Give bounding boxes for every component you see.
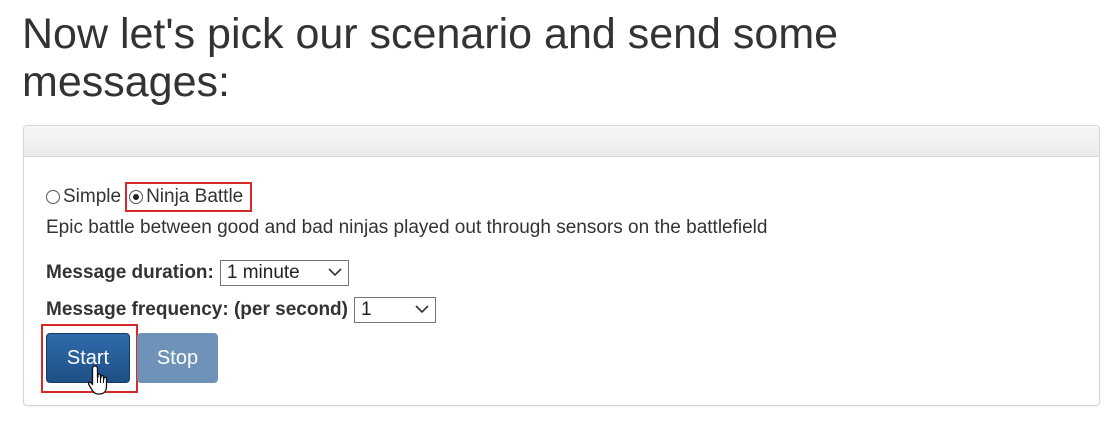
scenario-radio-group: Simple Ninja Battle [46,182,253,212]
radio-option-ninja-battle[interactable]: Ninja Battle [129,186,243,208]
scenario-description: Epic battle between good and bad ninjas … [46,217,768,238]
radio-simple-circle[interactable] [46,190,60,204]
ninja-battle-highlight: Ninja Battle [125,182,253,212]
duration-select-value: 1 minute [226,262,300,283]
frequency-select-value: 1 [360,299,372,320]
frequency-label: Message frequency: (per second) [46,299,348,320]
radio-simple-label: Simple [63,186,122,207]
chevron-down-icon [415,305,429,314]
duration-select[interactable]: 1 minute [219,260,349,286]
duration-row: Message duration: 1 minute [46,260,349,286]
frequency-row: Message frequency: (per second) 1 [46,297,436,323]
duration-label: Message duration: [46,262,214,283]
frequency-select[interactable]: 1 [353,297,436,323]
hand-pointer-icon [87,365,108,395]
page: Now let's pick our scenario and send som… [0,0,1119,433]
scenario-panel: Simple Ninja Battle Epic battle between … [23,125,1100,406]
stop-button-label: Stop [156,346,199,369]
page-title: Now let's pick our scenario and send som… [22,10,839,106]
radio-option-simple[interactable]: Simple [46,186,121,208]
radio-ninja-battle-circle[interactable] [129,190,144,204]
panel-heading [24,126,1099,157]
radio-ninja-battle-label: Ninja Battle [146,186,244,207]
stop-button[interactable]: Stop [137,333,218,383]
chevron-down-icon [328,268,342,277]
